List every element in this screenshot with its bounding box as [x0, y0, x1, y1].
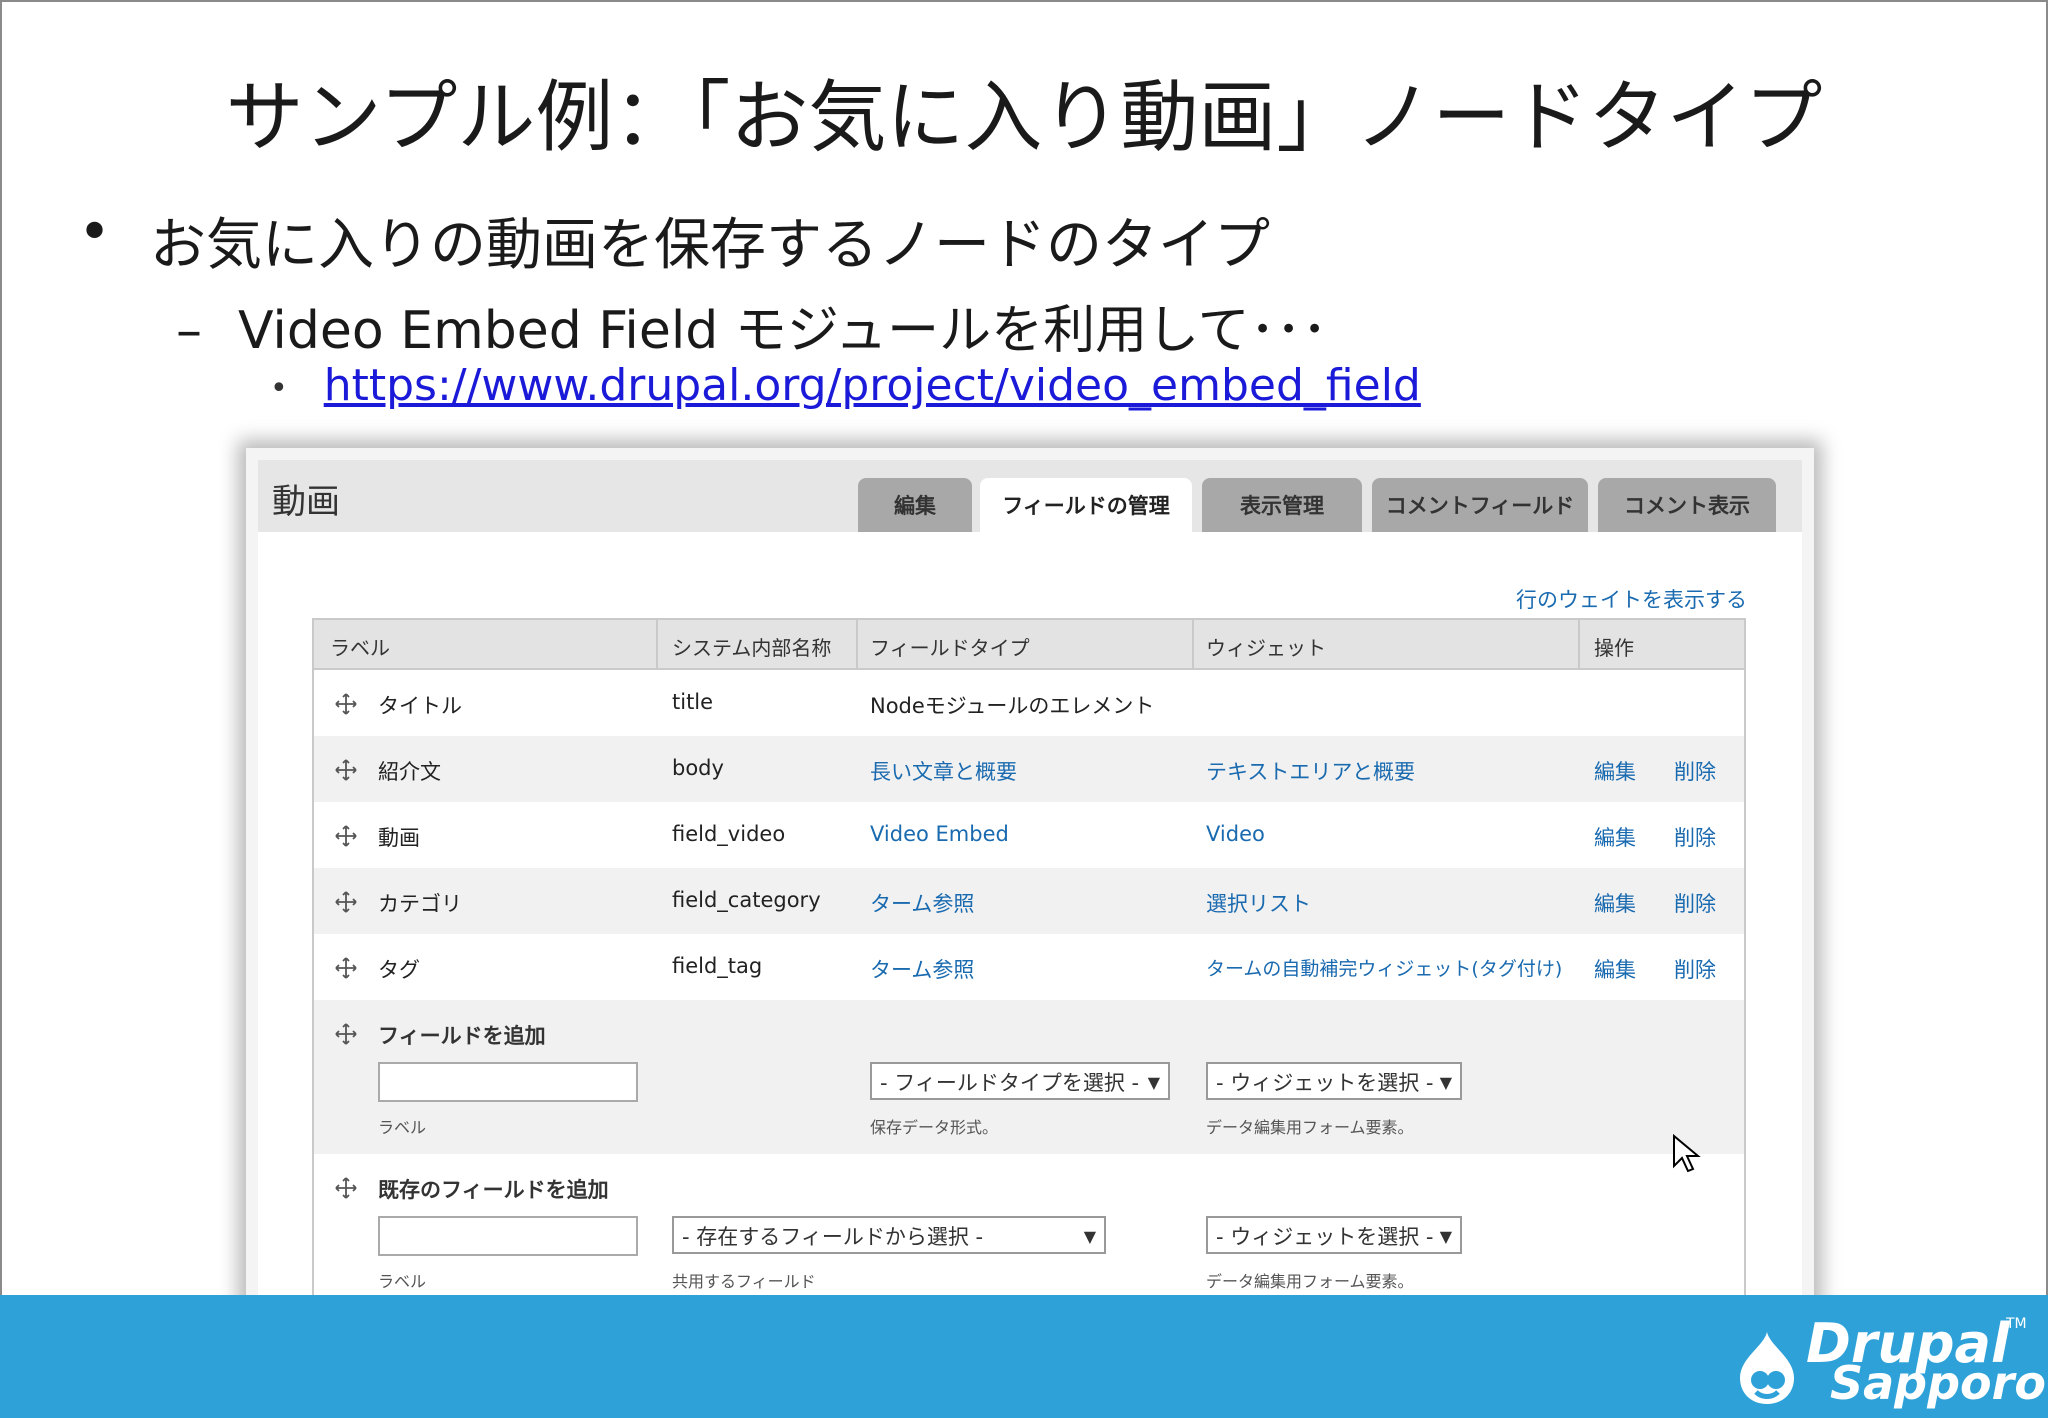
drupal-drop-icon — [1740, 1332, 1794, 1404]
row-widget-link[interactable]: Video — [1206, 822, 1265, 846]
chevron-down-icon: ▼ — [1439, 1073, 1452, 1092]
chevron-down-icon: ▼ — [1439, 1227, 1452, 1246]
bullet1-text: お気に入りの動画を保存するノードのタイプ — [150, 213, 1270, 278]
existing-field-label-hint: ラベル — [378, 1272, 427, 1291]
row-label: タイトル — [378, 694, 462, 718]
existing-field-select[interactable]: - 存在するフィールドから選択 - ▼ — [672, 1216, 1106, 1254]
header-divider — [656, 620, 658, 668]
bullet2-text: Video Embed Field モジュールを利用して･･･ — [238, 301, 1328, 361]
row-edit-link[interactable]: 編集 — [1594, 954, 1636, 984]
add-field-label-hint: ラベル — [378, 1118, 427, 1137]
show-row-weights-link[interactable]: 行のウェイトを表示する — [1516, 584, 1747, 614]
row-field-type-link[interactable]: 長い文章と概要 — [870, 756, 1017, 786]
row-widget-link[interactable]: タームの自動補完ウィジェット(タグ付け) — [1206, 954, 1562, 981]
existing-field-section: 既存のフィールドを追加 ラベル - 存在するフィールドから選択 - ▼ 共用するフ… — [314, 1154, 1744, 1310]
field-type-select[interactable]: - フィールドタイプを選択 - ▼ — [870, 1062, 1170, 1100]
header-widget: ウィジェット — [1206, 636, 1326, 660]
drupal-admin-page: 動画 編集 フィールドの管理 表示管理 コメントフィールド コメント表示 行のウ… — [258, 460, 1802, 1314]
row-machine-name: field_tag — [672, 954, 763, 978]
row-machine-name: body — [672, 756, 724, 780]
row-label: タグ — [378, 958, 420, 982]
drupal-sapporo-logo: Drupal TM Sapporo — [1728, 1312, 2046, 1412]
tab-manage-display[interactable]: 表示管理 — [1202, 478, 1362, 532]
tab-comment-fields[interactable]: コメントフィールド — [1372, 478, 1588, 532]
header-divider — [1578, 620, 1580, 668]
fields-table: ラベル システム内部名称 フィールドタイプ ウィジェット 操作 タイトル tit… — [312, 618, 1746, 1314]
header-divider — [1192, 620, 1194, 668]
drag-handle-icon[interactable] — [334, 824, 358, 848]
tab-comment-display[interactable]: コメント表示 — [1598, 478, 1776, 532]
tab-edit[interactable]: 編集 — [858, 478, 972, 532]
row-label: カテゴリ — [378, 892, 462, 916]
row-machine-name: title — [672, 690, 714, 714]
row-label: 紹介文 — [378, 760, 441, 784]
row-delete-link[interactable]: 削除 — [1674, 954, 1716, 984]
header-machine-name: システム内部名称 — [672, 636, 832, 660]
bullet-level1: • お気に入りの動画を保存するノードのタイプ — [78, 200, 1270, 278]
row-field-type-link[interactable]: Video Embed — [870, 822, 1009, 846]
table-row: タイトル title Nodeモジュールのエレメント — [314, 670, 1744, 736]
field-type-select-value: - フィールドタイプを選択 - — [880, 1071, 1140, 1095]
add-field-title: フィールドを追加 — [378, 1024, 546, 1048]
row-field-type-link[interactable]: ターム参照 — [870, 954, 974, 984]
row-field-type: Nodeモジュールのエレメント — [870, 694, 1155, 718]
drag-handle-icon[interactable] — [334, 1176, 358, 1200]
row-field-type-link[interactable]: ターム参照 — [870, 888, 974, 918]
chevron-down-icon: ▼ — [1147, 1073, 1160, 1092]
table-header: ラベル システム内部名称 フィールドタイプ ウィジェット 操作 — [314, 620, 1744, 670]
slide-title: サンプル例：「お気に入り動画」ノードタイプ — [225, 73, 1823, 163]
existing-field-title: 既存のフィールドを追加 — [378, 1178, 609, 1202]
existing-field-widget-hint: データ編集用フォーム要素。 — [1206, 1272, 1414, 1291]
table-row: 紹介文 body 長い文章と概要 テキストエリアと概要 編集 削除 — [314, 736, 1744, 802]
row-edit-link[interactable]: 編集 — [1594, 822, 1636, 852]
existing-field-select-value: - 存在するフィールドから選択 - — [682, 1225, 984, 1249]
row-delete-link[interactable]: 削除 — [1674, 888, 1716, 918]
logo-sapporo-text: Sapporo — [1830, 1356, 2046, 1410]
header-operations: 操作 — [1594, 636, 1634, 660]
drag-handle-icon[interactable] — [334, 956, 358, 980]
row-edit-link[interactable]: 編集 — [1594, 888, 1636, 918]
page-header: 動画 編集 フィールドの管理 表示管理 コメントフィールド コメント表示 — [258, 460, 1802, 532]
add-field-widget-select-value: - ウィジェットを選択 - — [1216, 1071, 1434, 1095]
row-machine-name: field_video — [672, 822, 786, 846]
bullet-level3: • https://www.drupal.org/project/video_em… — [270, 360, 1421, 411]
page-title: 動画 — [272, 482, 340, 522]
row-edit-link[interactable]: 編集 — [1594, 756, 1636, 786]
drag-handle-icon[interactable] — [334, 1022, 358, 1046]
row-label: 動画 — [378, 826, 420, 850]
table-row: タグ field_tag ターム参照 タームの自動補完ウィジェット(タグ付け) … — [314, 934, 1744, 1000]
add-field-widget-hint: データ編集用フォーム要素。 — [1206, 1118, 1414, 1137]
tab-manage-fields[interactable]: フィールドの管理 — [980, 478, 1192, 532]
table-row: カテゴリ field_category ターム参照 選択リスト 編集 削除 — [314, 868, 1744, 934]
existing-field-widget-select-value: - ウィジェットを選択 - — [1216, 1225, 1434, 1249]
row-delete-link[interactable]: 削除 — [1674, 822, 1716, 852]
field-type-hint: 保存データ形式。 — [870, 1118, 999, 1137]
logo-tm: TM — [2006, 1316, 2027, 1332]
row-widget-link[interactable]: 選択リスト — [1206, 888, 1311, 918]
drupal-screenshot-panel: 動画 編集 フィールドの管理 表示管理 コメントフィールド コメント表示 行のウ… — [246, 448, 1814, 1322]
add-field-widget-select[interactable]: - ウィジェットを選択 - ▼ — [1206, 1062, 1462, 1100]
drag-handle-icon[interactable] — [334, 890, 358, 914]
existing-field-label-input[interactable] — [378, 1216, 638, 1256]
bullet-level2: – Video Embed Field モジュールを利用して･･･ — [176, 288, 1328, 363]
header-label: ラベル — [330, 636, 390, 660]
existing-field-widget-select[interactable]: - ウィジェットを選択 - ▼ — [1206, 1216, 1462, 1254]
row-delete-link[interactable]: 削除 — [1674, 756, 1716, 786]
bullet-dash: – — [176, 301, 202, 361]
bullet-small-dot: • — [270, 370, 288, 406]
chevron-down-icon: ▼ — [1083, 1227, 1096, 1246]
drag-handle-icon[interactable] — [334, 758, 358, 782]
project-url-link[interactable]: https://www.drupal.org/project/video_emb… — [324, 360, 1421, 411]
header-divider — [856, 620, 858, 668]
row-widget-link[interactable]: テキストエリアと概要 — [1206, 756, 1415, 786]
mouse-cursor-icon — [1673, 1134, 1701, 1173]
bullet-dot: • — [78, 200, 112, 265]
table-row: 動画 field_video Video Embed Video 編集 削除 — [314, 802, 1744, 868]
header-field-type: フィールドタイプ — [870, 636, 1030, 660]
row-machine-name: field_category — [672, 888, 821, 912]
add-field-label-input[interactable] — [378, 1062, 638, 1102]
existing-field-hint: 共用するフィールド — [672, 1272, 816, 1291]
drag-handle-icon[interactable] — [334, 692, 358, 716]
add-field-section: フィールドを追加 ラベル - フィールドタイプを選択 - ▼ 保存データ形式。 -… — [314, 1000, 1744, 1154]
